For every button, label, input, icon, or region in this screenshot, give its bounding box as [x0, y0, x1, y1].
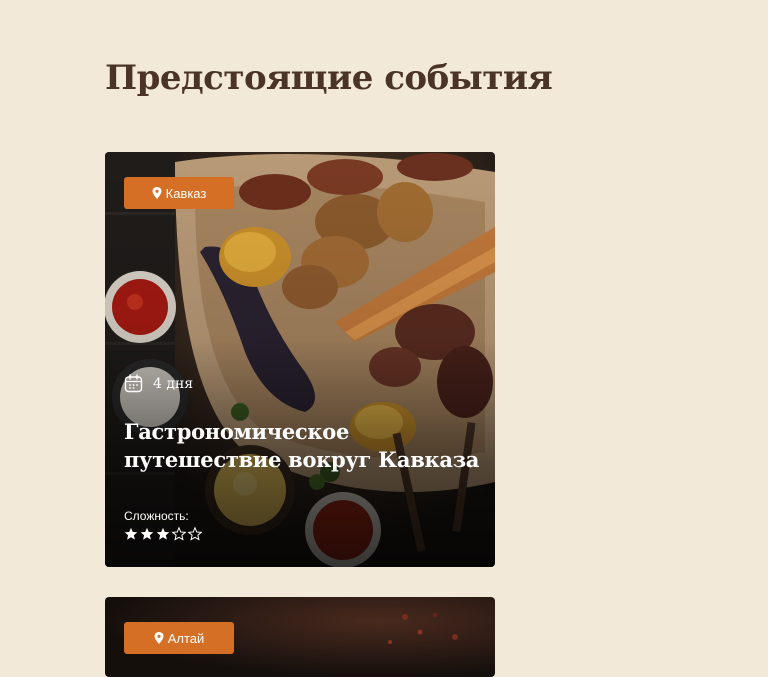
event-title[interactable]: Гастрономическое путешествие вокруг Кавк… [124, 418, 484, 474]
star-empty-icon [172, 527, 186, 541]
difficulty-rating [124, 527, 202, 541]
star-filled-icon [156, 527, 170, 540]
star-filled-icon [124, 527, 138, 540]
star-filled-icon [140, 527, 154, 540]
star-empty-icon [188, 527, 202, 541]
map-pin-icon [152, 187, 162, 199]
location-badge[interactable]: Кавказ [124, 177, 234, 209]
location-badge[interactable]: Алтай [124, 622, 234, 654]
event-card[interactable]: Алтай [105, 597, 495, 677]
calendar-icon [124, 374, 143, 393]
map-pin-icon [154, 632, 164, 644]
difficulty-label: Сложность: [124, 509, 189, 523]
duration-label: 4 дня [153, 375, 194, 392]
location-label: Алтай [167, 630, 205, 646]
duration: 4 дня [124, 374, 193, 393]
card-overlay [105, 152, 495, 567]
event-card[interactable]: Кавказ 4 дня Гастрономическое путешестви… [105, 152, 495, 567]
location-label: Кавказ [165, 185, 207, 201]
section-title: Предстоящие события [105, 58, 553, 98]
